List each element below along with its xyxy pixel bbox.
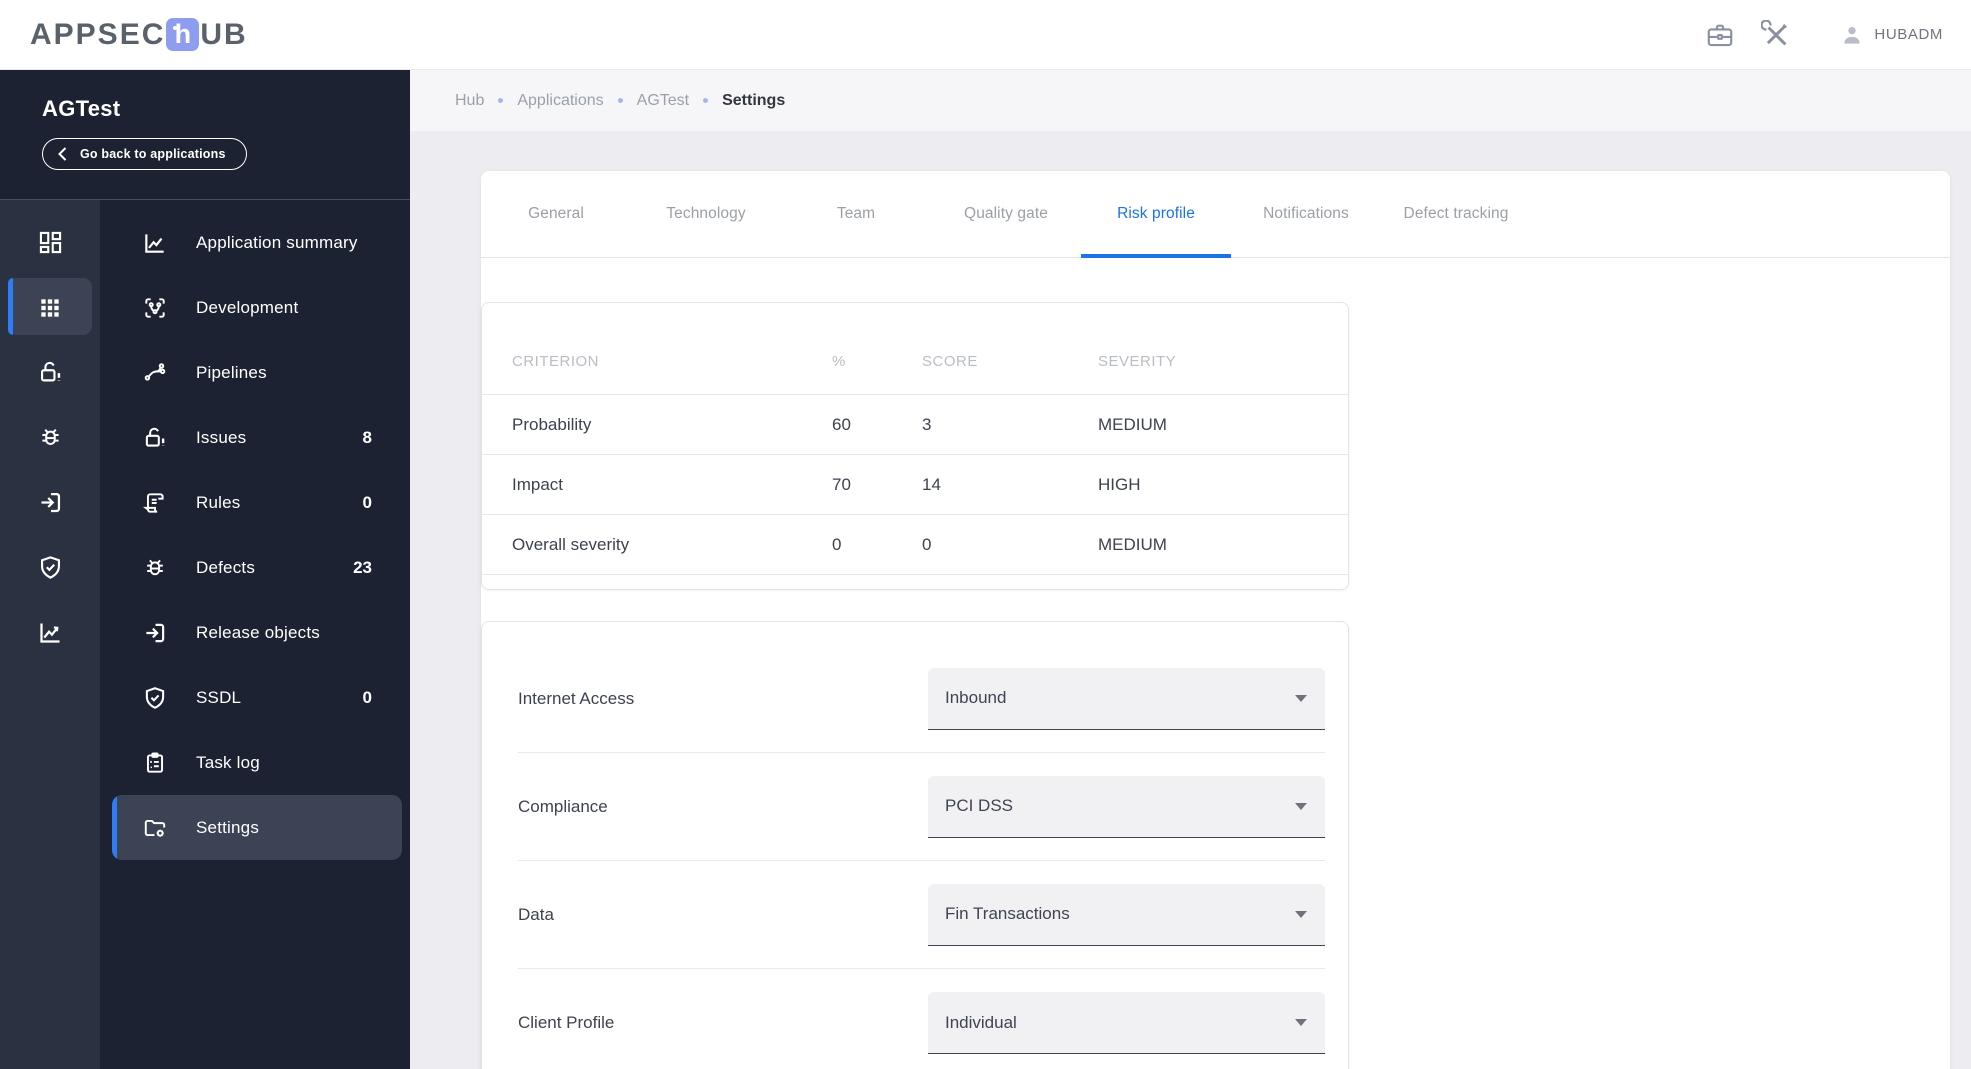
breadcrumb: Hub Applications AGTest Settings <box>410 70 1971 131</box>
col-header-percent: % <box>832 353 846 370</box>
ssdl-count-badge: 0 <box>362 687 372 707</box>
sidebar-item-release-objects[interactable]: Release objects <box>100 600 410 665</box>
sidebar-item-task-log[interactable]: Task log <box>100 730 410 795</box>
breadcrumb-separator-dot <box>617 98 623 103</box>
table-row-impact: Impact 70 14 HIGH <box>482 455 1348 515</box>
severity-value: MEDIUM <box>1098 414 1167 434</box>
sidebar-menu: Application summary Development Pipeline… <box>100 200 410 1069</box>
severity-value: MEDIUM <box>1098 534 1167 554</box>
tab-defect-tracking[interactable]: Defect tracking <box>1381 171 1531 257</box>
form-row-data: Data Fin Transactions <box>518 861 1325 969</box>
data-select[interactable]: Fin Transactions <box>928 883 1325 946</box>
active-indicator-bar <box>8 278 13 335</box>
sidebar-header: AGTest Go back to applications <box>0 70 410 200</box>
sidebar-item-rules[interactable]: Rules 0 <box>100 470 410 535</box>
tab-notifications[interactable]: Notifications <box>1231 171 1381 257</box>
sidebar-item-development[interactable]: Development <box>100 275 410 340</box>
client-profile-select[interactable]: Individual <box>928 992 1325 1054</box>
breadcrumb-hub[interactable]: Hub <box>455 92 484 110</box>
compliance-select[interactable]: PCI DSS <box>928 775 1325 838</box>
table-header-row: CRITERION % SCORE SEVERITY <box>482 329 1348 395</box>
user-menu[interactable]: HUBADM <box>1839 22 1943 48</box>
tab-risk-profile[interactable]: Risk profile <box>1081 171 1231 258</box>
rail-exit-icon[interactable] <box>0 470 100 535</box>
application-name: AGTest <box>42 96 121 121</box>
rail-chart-icon[interactable] <box>0 600 100 665</box>
folder-gear-icon <box>144 819 166 837</box>
chart-line-icon <box>145 233 164 253</box>
severity-value: HIGH <box>1098 474 1141 494</box>
col-header-score: SCORE <box>922 353 978 370</box>
person-icon <box>1844 26 1860 44</box>
lock-alert-icon <box>145 427 165 447</box>
sidebar-item-pipelines[interactable]: Pipelines <box>100 340 410 405</box>
logo-text-pre: APPSEC <box>30 17 166 51</box>
internet-access-select[interactable]: Inbound <box>928 667 1325 730</box>
clipboard-icon <box>146 751 164 773</box>
settings-tabs: General Technology Team Quality gate Ris… <box>481 171 1950 258</box>
rules-count-badge: 0 <box>362 492 372 512</box>
dropdown-caret-icon <box>1295 1019 1307 1026</box>
breadcrumb-applications[interactable]: Applications <box>517 92 603 110</box>
tab-quality-gate[interactable]: Quality gate <box>931 171 1081 257</box>
risk-criteria-table: CRITERION % SCORE SEVERITY Probability 6… <box>481 302 1349 590</box>
exit-icon <box>146 623 165 642</box>
sidebar-item-settings[interactable]: Settings <box>112 795 402 860</box>
icon-rail <box>0 200 100 1069</box>
bug-icon <box>147 559 163 575</box>
breadcrumb-separator-dot <box>703 98 709 103</box>
form-row-internet-access: Internet Access Inbound <box>518 645 1325 753</box>
tools-icon[interactable] <box>1761 19 1791 50</box>
rail-bug-icon[interactable] <box>0 405 100 470</box>
breadcrumb-current-settings: Settings <box>722 91 786 109</box>
rail-apps-grid-icon[interactable] <box>0 275 100 340</box>
tab-general[interactable]: General <box>481 171 631 257</box>
compliance-label: Compliance <box>518 796 608 816</box>
tab-team[interactable]: Team <box>781 171 931 257</box>
defects-count-badge: 23 <box>353 557 372 577</box>
sidebar-item-ssdl[interactable]: SSDL 0 <box>100 665 410 730</box>
table-row-probability: Probability 60 3 MEDIUM <box>482 395 1348 455</box>
form-row-compliance: Compliance PCI DSS <box>518 753 1325 861</box>
go-back-button[interactable]: Go back to applications <box>42 138 247 170</box>
dropdown-caret-icon <box>1295 910 1307 918</box>
col-header-severity: SEVERITY <box>1098 353 1177 370</box>
sidebar: AGTest Go back to applications Applicati… <box>0 70 410 1069</box>
main-content: Hub Applications AGTest Settings General… <box>410 70 1971 1069</box>
dropdown-caret-icon <box>1295 694 1307 702</box>
col-header-criterion: CRITERION <box>512 353 599 370</box>
dropdown-caret-icon <box>1295 802 1307 810</box>
briefcase-icon[interactable] <box>1705 20 1735 50</box>
form-row-client-profile: Client Profile Individual <box>518 969 1325 1069</box>
logo-text-post: UB <box>200 17 248 51</box>
top-header: APPSEC h UB HUBADM <box>0 0 1971 70</box>
dev-scan-icon <box>145 297 165 318</box>
scroll-icon <box>142 492 164 513</box>
settings-panel: General Technology Team Quality gate Ris… <box>481 171 1950 1069</box>
logo-h-block: h <box>166 18 200 51</box>
appsechub-logo: APPSEC h UB <box>30 18 248 52</box>
client-profile-label: Client Profile <box>518 1013 615 1032</box>
risk-profile-form: Internet Access Inbound Compliance PCI D… <box>481 621 1349 1069</box>
rail-dashboard-icon[interactable] <box>0 210 100 275</box>
sidebar-item-defects[interactable]: Defects 23 <box>100 535 410 600</box>
data-label: Data <box>518 904 554 924</box>
branch-icon <box>144 362 166 381</box>
breadcrumb-agtest[interactable]: AGTest <box>637 92 689 110</box>
rail-lock-alert-icon[interactable] <box>0 340 100 405</box>
chevron-left-icon <box>58 147 67 161</box>
sidebar-item-issues[interactable]: Issues 8 <box>100 405 410 470</box>
table-row-overall-severity: Overall severity 0 0 MEDIUM <box>482 515 1348 575</box>
rail-shield-check-icon[interactable] <box>0 535 100 600</box>
tab-technology[interactable]: Technology <box>631 171 781 257</box>
shield-check-icon <box>145 686 165 709</box>
username-label: HUBADM <box>1874 26 1943 43</box>
internet-access-label: Internet Access <box>518 688 635 708</box>
sidebar-item-application-summary[interactable]: Application summary <box>100 210 410 275</box>
breadcrumb-separator-dot <box>498 98 504 103</box>
issues-count-badge: 8 <box>362 427 372 447</box>
